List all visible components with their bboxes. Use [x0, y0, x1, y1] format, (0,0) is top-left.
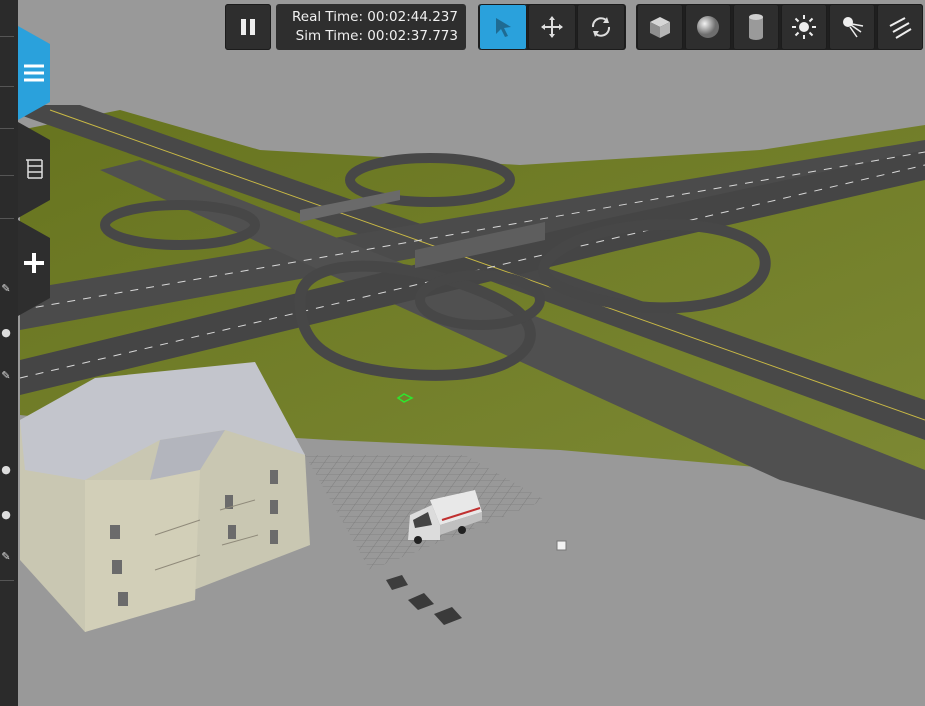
- time-display: Real Time: 00:02:44.237 Sim Time: 00:02:…: [276, 4, 466, 50]
- spotlight-icon: [843, 17, 864, 38]
- insert-box-button[interactable]: [637, 4, 683, 50]
- real-time-value: 00:02:44.237: [367, 9, 458, 25]
- tab-insert[interactable]: [18, 220, 50, 316]
- translate-mode-button[interactable]: [528, 4, 576, 50]
- select-mode-button[interactable]: [479, 4, 527, 50]
- sim-time-value: 00:02:37.773: [367, 28, 458, 44]
- move-arrows-icon: [541, 16, 563, 38]
- edit-icon[interactable]: ✎: [0, 283, 12, 295]
- rail-divider: [0, 580, 14, 581]
- tree-icon: [22, 157, 46, 181]
- cube-icon: [650, 17, 670, 38]
- rotate-mode-button[interactable]: [577, 4, 625, 50]
- pause-icon: [241, 19, 255, 35]
- plus-icon: [22, 251, 46, 275]
- dot-icon[interactable]: ●: [0, 327, 12, 339]
- edit-icon[interactable]: ✎: [0, 370, 12, 382]
- cylinder-icon: [749, 14, 763, 40]
- rail-divider: [0, 218, 14, 219]
- hamburger-icon: [22, 61, 46, 85]
- insert-sphere-button[interactable]: [685, 4, 731, 50]
- tab-model-tree[interactable]: [18, 122, 50, 218]
- dot-icon[interactable]: ●: [0, 464, 12, 476]
- rail-divider: [0, 86, 14, 87]
- sphere-icon: [697, 16, 719, 38]
- rail-divider: [0, 128, 14, 129]
- rotate-icon: [591, 17, 611, 37]
- scene-viewport[interactable]: [0, 0, 925, 706]
- real-time-row: Real Time: 00:02:44.237: [292, 9, 458, 25]
- directional-light-icon: [889, 17, 912, 39]
- insert-directional-light-button[interactable]: [877, 4, 923, 50]
- insert-cylinder-button[interactable]: [733, 4, 779, 50]
- tab-menu[interactable]: [18, 26, 50, 120]
- insert-point-light-button[interactable]: [781, 4, 827, 50]
- dot-icon[interactable]: ●: [0, 509, 12, 521]
- arrow-cursor-icon: [496, 18, 511, 37]
- insert-spot-light-button[interactable]: [829, 4, 875, 50]
- sim-time-row: Sim Time: 00:02:37.773: [296, 28, 458, 44]
- edit-icon[interactable]: ✎: [0, 551, 12, 563]
- sun-icon: [792, 15, 816, 39]
- rail-divider: [0, 175, 14, 176]
- rail-divider: [0, 36, 14, 37]
- pause-button[interactable]: [225, 4, 271, 50]
- real-time-label: Real Time:: [292, 9, 363, 25]
- sim-time-label: Sim Time:: [295, 28, 363, 44]
- left-panel-collapsed[interactable]: ✎ ● ✎ ● ● ✎: [0, 0, 18, 706]
